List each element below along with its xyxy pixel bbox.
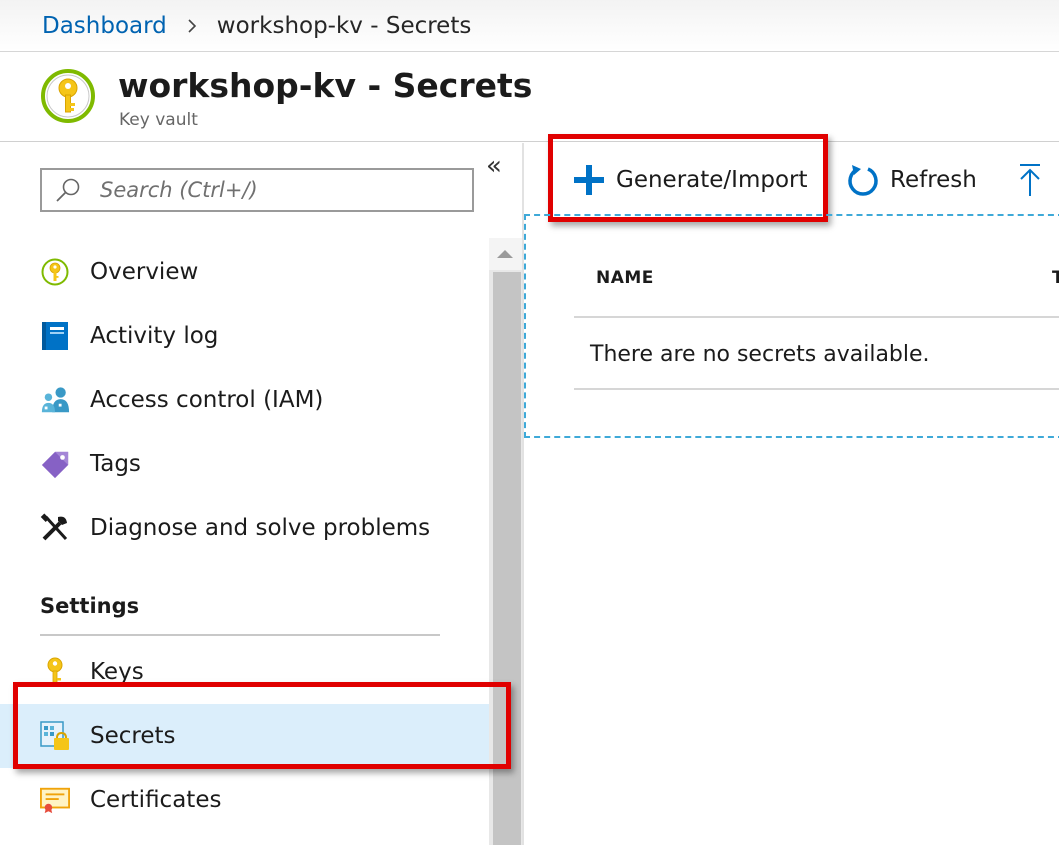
sidebar-item-label: Tags — [90, 451, 141, 477]
sidebar: « Overview Activ — [0, 143, 522, 845]
scrollbar-thumb[interactable] — [493, 272, 521, 845]
activity-log-icon — [40, 321, 70, 351]
tag-icon — [40, 449, 70, 479]
sidebar-item-label: Diagnose and solve problems — [90, 515, 431, 541]
tools-icon — [40, 513, 70, 543]
page-title: workshop-kv - Secrets — [118, 66, 533, 105]
breadcrumb: Dashboard workshop-kv - Secrets — [0, 0, 1059, 52]
sidebar-item-overview[interactable]: Overview — [0, 240, 489, 304]
refresh-icon — [846, 163, 880, 197]
sidebar-item-label: Certificates — [90, 787, 222, 813]
search-input[interactable] — [100, 178, 440, 202]
plus-icon — [572, 163, 606, 197]
secret-icon — [40, 721, 70, 751]
page-header: workshop-kv - Secrets Key vault — [0, 52, 1059, 142]
breadcrumb-dashboard-link[interactable]: Dashboard — [42, 13, 167, 39]
column-header-name[interactable]: NAME — [596, 268, 654, 288]
sidebar-item-label: Overview — [90, 259, 199, 285]
sidebar-scrollbar[interactable] — [489, 238, 522, 845]
grid-divider — [574, 316, 1059, 318]
refresh-button[interactable]: Refresh — [846, 161, 977, 199]
sidebar-item-label: Activity log — [90, 323, 219, 349]
upload-button[interactable] — [1017, 161, 1053, 199]
empty-state-message: There are no secrets available. — [590, 342, 930, 367]
upload-icon — [1017, 162, 1043, 198]
search-icon — [56, 178, 80, 202]
chevron-right-icon — [187, 18, 197, 34]
scroll-up-arrow-icon[interactable] — [489, 238, 522, 270]
people-icon — [40, 385, 70, 415]
sidebar-item-label: Keys — [90, 659, 144, 685]
section-divider — [40, 634, 440, 636]
certificate-icon — [40, 785, 70, 815]
sidebar-item-activity-log[interactable]: Activity log — [0, 304, 489, 368]
refresh-label: Refresh — [890, 167, 977, 193]
sidebar-item-label: Access control (IAM) — [90, 387, 324, 413]
generate-import-label: Generate/Import — [616, 167, 808, 193]
key-icon — [40, 657, 70, 687]
sidebar-item-tags[interactable]: Tags — [0, 432, 489, 496]
page-subtitle: Key vault — [119, 110, 198, 130]
section-title-settings: Settings — [40, 594, 140, 618]
sidebar-item-keys[interactable]: Keys — [0, 640, 489, 704]
breadcrumb-current: workshop-kv - Secrets — [216, 12, 472, 39]
generate-import-button[interactable]: Generate/Import — [572, 161, 808, 199]
sidebar-item-certificates[interactable]: Certificates — [0, 768, 489, 832]
sidebar-item-secrets[interactable]: Secrets — [0, 704, 489, 768]
key-vault-icon — [40, 68, 96, 124]
sidebar-item-access-control[interactable]: Access control (IAM) — [0, 368, 489, 432]
collapse-sidebar-button[interactable]: « — [486, 153, 510, 179]
sidebar-item-diagnose[interactable]: Diagnose and solve problems — [0, 496, 489, 560]
secrets-grid: NAME T There are no secrets available. — [524, 214, 1059, 438]
toolbar: Generate/Import Refresh — [524, 143, 1059, 216]
grid-divider — [574, 388, 1059, 390]
search-box[interactable] — [40, 168, 474, 212]
column-header-type[interactable]: T — [1052, 268, 1059, 288]
key-vault-icon — [40, 257, 70, 287]
sidebar-item-label: Secrets — [90, 723, 176, 749]
